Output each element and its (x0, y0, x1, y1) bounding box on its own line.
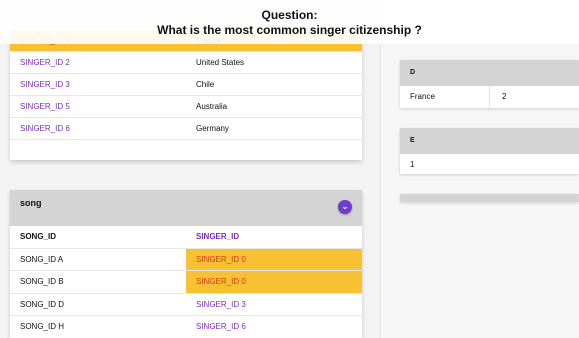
song-table-title: song (20, 198, 42, 208)
singer-id-cell: SINGER_ID 6 (196, 322, 246, 331)
singer-id-cell: SINGER_ID 0 (186, 248, 362, 270)
singer-table: SINGER_ID 0 France SINGER_ID 2 United St… (10, 30, 362, 160)
table-row[interactable]: SINGER_ID 5 Australia (10, 96, 362, 118)
column-header-song-id: SONG_ID (20, 232, 57, 241)
citizenship-cell: Germany (196, 124, 229, 133)
table-row[interactable]: SONG_ID B SINGER_ID 0 (10, 271, 362, 294)
question-label: Question: (261, 8, 318, 22)
column-header-singer-id: SINGER_ID (196, 232, 240, 241)
result-card-title: E (400, 128, 579, 154)
panel-divider (380, 0, 381, 338)
chevron-down-icon[interactable]: ⌄ (338, 200, 352, 214)
singer-id-cell: SINGER_ID 0 (186, 271, 362, 293)
table-row[interactable]: SINGER_ID 3 Chile (10, 74, 362, 96)
singer-id-cell: SINGER_ID 3 (196, 299, 246, 309)
song-id-cell: SONG_ID H (20, 322, 65, 331)
citizenship-cell: Chile (196, 80, 215, 89)
song-id-cell: SONG_ID B (20, 277, 64, 286)
song-id-cell: SONG_ID A (20, 254, 64, 264)
result-card-header (400, 194, 579, 202)
song-id-cell: SONG_ID D (20, 299, 65, 309)
result-card-partial (400, 194, 579, 202)
result-key: 1 (410, 160, 415, 169)
citizenship-cell: United States (196, 58, 245, 67)
result-row: 1 (400, 154, 579, 176)
result-card-d: D France 2 (400, 60, 579, 108)
result-key: France (400, 86, 490, 108)
left-panel: SINGER_ID 0 France SINGER_ID 2 United St… (0, 0, 372, 338)
singer-id-cell: SINGER_ID 3 (20, 80, 70, 89)
right-panel: D France 2 E 1 (380, 0, 579, 338)
question-text: What is the most common singer citizensh… (157, 23, 422, 37)
table-row[interactable]: SONG_ID D SINGER_ID 3 (10, 294, 362, 316)
singer-id-cell: SINGER_ID 5 (20, 102, 70, 111)
singer-id-cell: SINGER_ID 2 (20, 58, 70, 67)
result-card-title: D (400, 60, 579, 86)
question-banner: Question: What is the most common singer… (0, 0, 579, 44)
table-row[interactable]: SINGER_ID 6 Germany (10, 118, 362, 140)
table-row[interactable]: SONG_ID H SINGER_ID 6 (10, 316, 362, 338)
result-card-e: E 1 (400, 128, 579, 174)
result-value: 2 (502, 92, 507, 101)
table-row[interactable]: SONG_ID A SINGER_ID 0 (10, 248, 362, 271)
table-header-row: SONG_ID SINGER_ID (10, 226, 362, 249)
singer-id-cell: SINGER_ID 6 (20, 124, 70, 133)
citizenship-cell: Australia (196, 102, 228, 111)
table-row[interactable]: SINGER_ID 2 United States (10, 52, 362, 74)
result-row: France 2 (400, 86, 579, 108)
song-table: song ⌄ SONG_ID SINGER_ID SONG_ID A SINGE… (10, 190, 362, 338)
song-table-header: song ⌄ (10, 190, 362, 226)
